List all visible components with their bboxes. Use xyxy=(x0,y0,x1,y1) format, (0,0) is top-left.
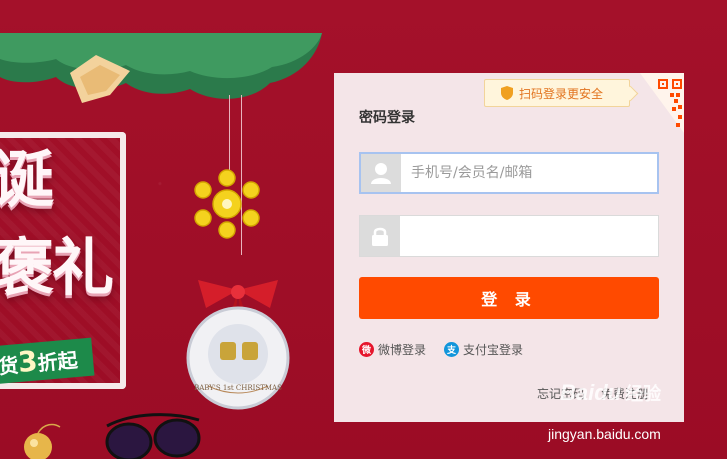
qr-tip-text: 扫码登录更安全 xyxy=(519,86,604,101)
login-title: 密码登录 xyxy=(359,110,415,126)
password-field xyxy=(359,215,659,257)
watermark-brand-cn: 经验 xyxy=(625,384,662,404)
watermark-url: jingyan.baidu.com xyxy=(548,426,661,442)
crystal-ball-ornament: BABY'S 1st CHRISTMAS xyxy=(186,280,290,410)
alt-login-list: 微 微博登录 支 支付宝登录 xyxy=(359,341,523,358)
alipay-icon: 支 xyxy=(444,342,460,357)
snowflake-ornament xyxy=(194,169,260,239)
promo-title: 诞 褒礼 xyxy=(0,145,122,303)
alipay-login-label: 支付宝登录 xyxy=(463,343,524,357)
sunglasses-decoration xyxy=(105,413,201,459)
weibo-login-link[interactable]: 微 微博登录 xyxy=(359,341,426,358)
qr-login-tip[interactable]: 扫码登录更安全 xyxy=(484,79,631,107)
garland-decoration xyxy=(0,33,322,103)
password-input[interactable] xyxy=(400,216,658,256)
ornament-text: BABY'S 1st CHRISTMAS xyxy=(194,384,282,392)
promo-title-line1: 诞 xyxy=(0,143,54,216)
promo-ribbon-suffix: 折起 xyxy=(36,347,79,376)
promo-ribbon-number: 3 xyxy=(16,344,39,380)
username-input[interactable] xyxy=(401,154,657,192)
alipay-login-link[interactable]: 支 支付宝登录 xyxy=(444,341,523,358)
login-panel: 扫码登录更安全 密码登录 手机号/会员名/邮箱 登 录 微 微博登录 支 支付宝… xyxy=(334,73,684,422)
promo-ribbon-prefix: 货 xyxy=(0,353,20,379)
qr-code-toggle-icon[interactable] xyxy=(640,73,684,133)
weibo-login-label: 微博登录 xyxy=(378,343,427,357)
lock-icon xyxy=(360,216,400,256)
shield-icon xyxy=(501,86,513,100)
user-icon xyxy=(361,154,401,192)
hanging-string xyxy=(229,95,230,175)
login-button[interactable]: 登 录 xyxy=(359,277,659,319)
promo-title-line2: 褒礼 xyxy=(0,231,114,304)
username-field xyxy=(359,152,659,194)
watermark-brand: Baidu xyxy=(560,380,622,405)
gold-bauble xyxy=(24,423,61,459)
weibo-icon: 微 xyxy=(359,342,374,357)
baidu-watermark: Baidu 经验 xyxy=(560,380,661,406)
